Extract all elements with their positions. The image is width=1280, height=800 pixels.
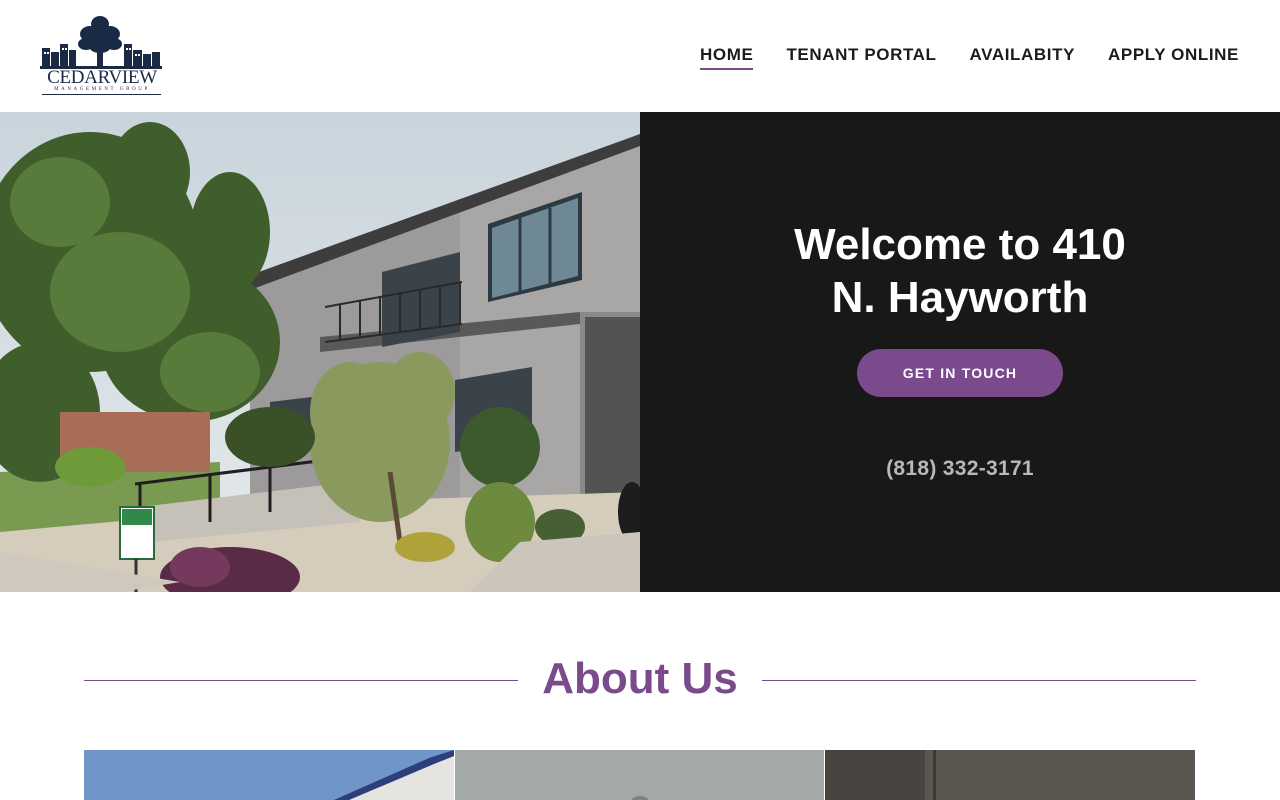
about-divider-left: [84, 680, 518, 681]
brand-tagline: MANAGEMENT GROUP: [54, 87, 150, 92]
brand-logo[interactable]: CEDARVIEW MANAGEMENT GROUP: [40, 14, 164, 98]
hero-title: Welcome to 410 N. Hayworth: [760, 218, 1160, 324]
hero-title-line-1: Welcome to 410: [794, 220, 1126, 269]
nav-item-home[interactable]: HOME: [700, 45, 754, 70]
gallery-photo-3: [825, 750, 1196, 800]
hero-section: Welcome to 410 N. Hayworth GET IN TOUCH …: [0, 112, 1280, 592]
about-gallery: [84, 750, 1196, 800]
gallery-photo-2: [454, 750, 825, 800]
brand-rule: [42, 94, 161, 95]
nav-item-apply-online[interactable]: APPLY ONLINE: [1108, 45, 1239, 65]
apartment-building-photo: [0, 112, 640, 592]
about-heading: About Us: [542, 654, 738, 703]
phone-link[interactable]: (818) 332-3171: [810, 457, 1110, 481]
main-nav: HOME TENANT PORTAL AVAILABITY APPLY ONLI…: [700, 45, 1239, 70]
site-header: CEDARVIEW MANAGEMENT GROUP HOME TENANT P…: [0, 0, 1280, 112]
brand-name: CEDARVIEW: [47, 67, 157, 88]
hero-panel: Welcome to 410 N. Hayworth GET IN TOUCH …: [640, 112, 1280, 592]
hero-title-line-2: N. Hayworth: [831, 273, 1089, 322]
get-in-touch-button[interactable]: GET IN TOUCH: [857, 349, 1063, 397]
city-tree-icon: [40, 16, 162, 69]
nav-item-tenant-portal[interactable]: TENANT PORTAL: [786, 45, 936, 65]
gallery-photo-1: [84, 750, 454, 800]
nav-item-availability[interactable]: AVAILABITY: [970, 45, 1075, 65]
about-divider-right: [762, 680, 1196, 681]
